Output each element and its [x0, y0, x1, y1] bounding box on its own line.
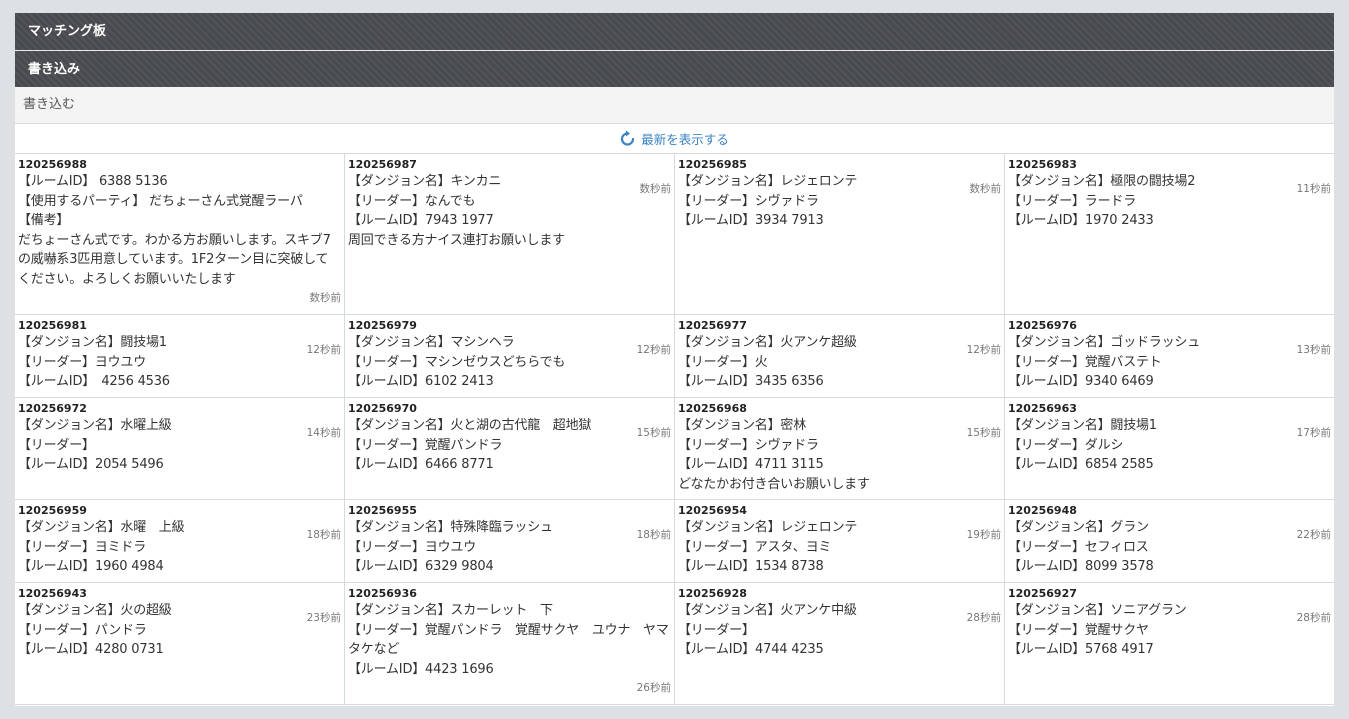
- post-time: 22秒前: [1296, 529, 1331, 541]
- post-body: 【ダンジョン名】極限の闘技場2 【リーダー】ラードラ 【ルームID】1970 2…: [1008, 174, 1196, 228]
- post-card[interactable]: 120256943 【ダンジョン名】火の超級 【リーダー】パンドラ 【ルームID】…: [15, 583, 345, 705]
- post-id: 120256955: [348, 504, 417, 517]
- post-body: 【ダンジョン名】ソニアグラン 【リーダー】覚醒サクヤ 【ルームID】5768 4…: [1008, 603, 1187, 657]
- matching-board: マッチング板 書き込み 書き込む 最新を表示する 120256988 【ルームID…: [15, 13, 1334, 706]
- post-card[interactable]: 120256981 【ダンジョン名】闘技場1 【リーダー】ヨウユウ 【ルームID】…: [15, 315, 345, 398]
- post-body: 【ダンジョン名】闘技場1 【リーダー】ダルシ 【ルームID】6854 2585: [1008, 418, 1157, 472]
- post-time: 17秒前: [1296, 427, 1331, 439]
- post-card[interactable]: 120256968 【ダンジョン名】密林 【リーダー】シヴァドラ 【ルームID】4…: [675, 398, 1005, 500]
- post-id: 120256928: [678, 587, 747, 600]
- post-time: 18秒前: [306, 529, 341, 541]
- post-id: 120256968: [678, 402, 747, 415]
- post-id: 120256977: [678, 319, 747, 332]
- post-id: 120256970: [348, 402, 417, 415]
- post-body: 【ダンジョン名】ゴッドラッシュ 【リーダー】覚醒バステト 【ルームID】9340…: [1008, 335, 1201, 389]
- post-id: 120256927: [1008, 587, 1077, 600]
- post-body: 【ダンジョン名】火と湖の古代龍 超地獄 【リーダー】覚醒パンドラ 【ルームID】…: [348, 418, 592, 472]
- post-id: 120256948: [1008, 504, 1077, 517]
- post-time: 数秒前: [309, 291, 342, 304]
- post-id: 120256954: [678, 504, 747, 517]
- post-body: 【ダンジョン名】キンカニ 【リーダー】なんでも 【ルームID】7943 1977…: [348, 174, 565, 248]
- post-body: 【ダンジョン名】火アンケ中級 【リーダー】 【ルームID】4744 4235: [678, 603, 857, 657]
- post-body: 【ダンジョン名】特殊降臨ラッシュ 【リーダー】ヨウユウ 【ルームID】6329 …: [348, 520, 553, 574]
- post-time: 11秒前: [1296, 183, 1331, 195]
- refresh-icon: [621, 130, 635, 146]
- post-id: 120256985: [678, 158, 747, 171]
- post-id: 120256963: [1008, 402, 1077, 415]
- post-id: 120256981: [18, 319, 87, 332]
- refresh-latest-link[interactable]: 最新を表示する: [15, 124, 1334, 154]
- post-id: 120256976: [1008, 319, 1077, 332]
- post-body: 【ダンジョン名】レジェロンテ 【リーダー】アスタ、ヨミ 【ルームID】1534 …: [678, 520, 858, 574]
- post-body: 【ダンジョン名】水曜 上級 【リーダー】ヨミドラ 【ルームID】1960 498…: [18, 520, 185, 574]
- write-post-button[interactable]: 書き込む: [15, 87, 1334, 124]
- post-card[interactable]: 120256955 【ダンジョン名】特殊降臨ラッシュ 【リーダー】ヨウユウ 【ルー…: [345, 500, 675, 583]
- post-card[interactable]: 120256970 【ダンジョン名】火と湖の古代龍 超地獄 【リーダー】覚醒パンド…: [345, 398, 675, 500]
- post-card[interactable]: 120256928 【ダンジョン名】火アンケ中級 【リーダー】 【ルームID】47…: [675, 583, 1005, 705]
- post-id: 120256987: [348, 158, 417, 171]
- post-card[interactable]: 120256985 【ダンジョン名】レジェロンテ 【リーダー】シヴァドラ 【ルーム…: [675, 154, 1005, 315]
- post-time: 18秒前: [636, 529, 671, 541]
- post-card[interactable]: 120256927 【ダンジョン名】ソニアグラン 【リーダー】覚醒サクヤ 【ルーム…: [1005, 583, 1334, 705]
- post-id: 120256988: [18, 158, 87, 171]
- post-id: 120256959: [18, 504, 87, 517]
- post-time: 12秒前: [306, 344, 341, 356]
- post-card[interactable]: 120256963 【ダンジョン名】闘技場1 【リーダー】ダルシ 【ルームID】6…: [1005, 398, 1334, 500]
- write-section-header: 書き込み: [15, 50, 1334, 87]
- post-id: 120256979: [348, 319, 417, 332]
- post-body: 【ダンジョン名】水曜上級 【リーダー】 【ルームID】2054 5496: [18, 418, 172, 472]
- post-time: 数秒前: [639, 183, 672, 195]
- posts-grid: 120256988 【ルームID】 6388 5136 【使用するパーティ】 だち…: [15, 154, 1334, 705]
- post-time: 23秒前: [306, 612, 341, 624]
- post-card[interactable]: 120256988 【ルームID】 6388 5136 【使用するパーティ】 だち…: [15, 154, 345, 315]
- post-body: 【ダンジョン名】マシンヘラ 【リーダー】マシンゼウスどちらでも 【ルームID】6…: [348, 335, 566, 389]
- post-card[interactable]: 120256983 【ダンジョン名】極限の闘技場2 【リーダー】ラードラ 【ルーム…: [1005, 154, 1334, 315]
- board-title: マッチング板: [15, 13, 1334, 50]
- post-time: 28秒前: [966, 612, 1001, 624]
- post-body: 【ダンジョン名】グラン 【リーダー】セフィロス 【ルームID】8099 3578: [1008, 520, 1154, 574]
- post-time: 19秒前: [966, 529, 1001, 541]
- post-card[interactable]: 120256979 【ダンジョン名】マシンヘラ 【リーダー】マシンゼウスどちらでも…: [345, 315, 675, 398]
- post-card[interactable]: 120256977 【ダンジョン名】火アンケ超級 【リーダー】火 【ルームID】3…: [675, 315, 1005, 398]
- post-id: 120256943: [18, 587, 87, 600]
- post-id: 120256936: [348, 587, 417, 600]
- post-body: 【ルームID】 6388 5136 【使用するパーティ】 だちょーさん式覚醒ラー…: [18, 174, 331, 287]
- post-card[interactable]: 120256936 【ダンジョン名】スカーレット 下 【リーダー】覚醒パンドラ 覚…: [345, 583, 675, 705]
- refresh-latest-label: 最新を表示する: [641, 132, 729, 147]
- post-body: 【ダンジョン名】火アンケ超級 【リーダー】火 【ルームID】3435 6356: [678, 335, 857, 389]
- post-body: 【ダンジョン名】闘技場1 【リーダー】ヨウユウ 【ルームID】 4256 453…: [18, 335, 170, 389]
- post-card[interactable]: 120256954 【ダンジョン名】レジェロンテ 【リーダー】アスタ、ヨミ 【ルー…: [675, 500, 1005, 583]
- post-body: 【ダンジョン名】スカーレット 下 【リーダー】覚醒パンドラ 覚醒サクヤ ユウナ …: [348, 603, 669, 677]
- post-card[interactable]: 120256972 【ダンジョン名】水曜上級 【リーダー】 【ルームID】2054…: [15, 398, 345, 500]
- post-body: 【ダンジョン名】レジェロンテ 【リーダー】シヴァドラ 【ルームID】3934 7…: [678, 174, 858, 228]
- post-id: 120256972: [18, 402, 87, 415]
- post-time: 数秒前: [969, 183, 1002, 195]
- post-time: 26秒前: [636, 681, 671, 694]
- post-card[interactable]: 120256948 【ダンジョン名】グラン 【リーダー】セフィロス 【ルームID】…: [1005, 500, 1334, 583]
- post-body: 【ダンジョン名】火の超級 【リーダー】パンドラ 【ルームID】4280 0731: [18, 603, 172, 657]
- post-card[interactable]: 120256959 【ダンジョン名】水曜 上級 【リーダー】ヨミドラ 【ルームID…: [15, 500, 345, 583]
- post-time: 28秒前: [1296, 612, 1331, 624]
- post-time: 15秒前: [966, 427, 1001, 439]
- post-id: 120256983: [1008, 158, 1077, 171]
- post-body: 【ダンジョン名】密林 【リーダー】シヴァドラ 【ルームID】4711 3115 …: [678, 418, 870, 492]
- post-time: 15秒前: [636, 427, 671, 439]
- post-time: 12秒前: [636, 344, 671, 356]
- post-time: 13秒前: [1296, 344, 1331, 356]
- post-card[interactable]: 120256987 【ダンジョン名】キンカニ 【リーダー】なんでも 【ルームID】…: [345, 154, 675, 315]
- post-time: 12秒前: [966, 344, 1001, 356]
- post-card[interactable]: 120256976 【ダンジョン名】ゴッドラッシュ 【リーダー】覚醒バステト 【ル…: [1005, 315, 1334, 398]
- post-time: 14秒前: [306, 427, 341, 439]
